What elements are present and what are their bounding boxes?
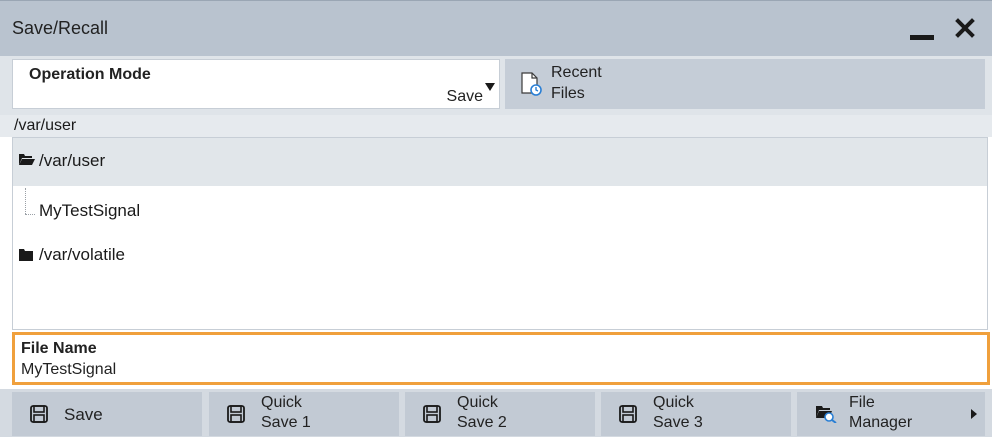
quick-save-2-label-2: Save 2 (457, 414, 507, 431)
recent-files-icon (521, 72, 542, 96)
floppy-disk-icon (30, 405, 48, 423)
folder-search-icon (816, 406, 837, 423)
chevron-right-icon (971, 409, 977, 419)
title-bar: Save/Recall (0, 0, 992, 56)
quick-save-3-label-2: Save 3 (653, 414, 703, 431)
close-icon (955, 18, 975, 38)
tree-connector (25, 214, 35, 215)
recent-files-button[interactable]: Recent Files (505, 59, 985, 109)
operation-mode-value: Save (446, 88, 483, 105)
floppy-disk-icon (423, 405, 441, 423)
directory-tree[interactable]: /var/user MyTestSignal /var/volatile (12, 137, 988, 330)
save-button[interactable]: Save (12, 392, 202, 436)
current-path-bar: /var/user (0, 115, 992, 137)
close-button[interactable] (950, 13, 980, 43)
current-path: /var/user (14, 117, 77, 134)
tree-connector (25, 188, 26, 214)
operation-mode-select[interactable]: Operation Mode Save (12, 59, 500, 109)
quick-save-2-button[interactable]: Quick Save 2 (405, 392, 595, 436)
minimize-button[interactable] (906, 13, 936, 43)
recent-files-label-1: Recent (551, 64, 602, 81)
quick-save-1-button[interactable]: Quick Save 1 (209, 392, 399, 436)
tree-node-var-volatile[interactable]: /var/volatile (39, 245, 125, 265)
floppy-disk-icon (619, 405, 637, 423)
file-manager-button[interactable]: File Manager (797, 392, 985, 436)
file-name-label: File Name (21, 340, 97, 357)
folder-open-icon (19, 154, 35, 165)
minimize-icon (910, 35, 934, 40)
quick-save-2-label-1: Quick (457, 394, 498, 411)
file-name-value: MyTestSignal (21, 361, 117, 378)
recent-files-label-2: Files (551, 85, 585, 102)
tree-row-selected[interactable] (13, 138, 987, 186)
save-button-label: Save (64, 405, 103, 424)
file-manager-label-1: File (849, 394, 875, 411)
tree-node-mytestsignal[interactable]: MyTestSignal (39, 201, 140, 221)
quick-save-3-label-1: Quick (653, 394, 694, 411)
file-name-field[interactable]: File Name MyTestSignal (12, 332, 990, 385)
window-title: Save/Recall (12, 18, 109, 38)
quick-save-1-label-2: Save 1 (261, 414, 311, 431)
tree-node-var-user[interactable]: /var/user (39, 151, 105, 171)
quick-save-3-button[interactable]: Quick Save 3 (601, 392, 791, 436)
folder-closed-icon (19, 249, 33, 261)
operation-mode-label: Operation Mode (29, 66, 151, 83)
dropdown-arrow-icon (485, 83, 495, 91)
quick-save-1-label-1: Quick (261, 394, 302, 411)
floppy-disk-icon (227, 405, 245, 423)
file-manager-label-2: Manager (849, 414, 913, 431)
